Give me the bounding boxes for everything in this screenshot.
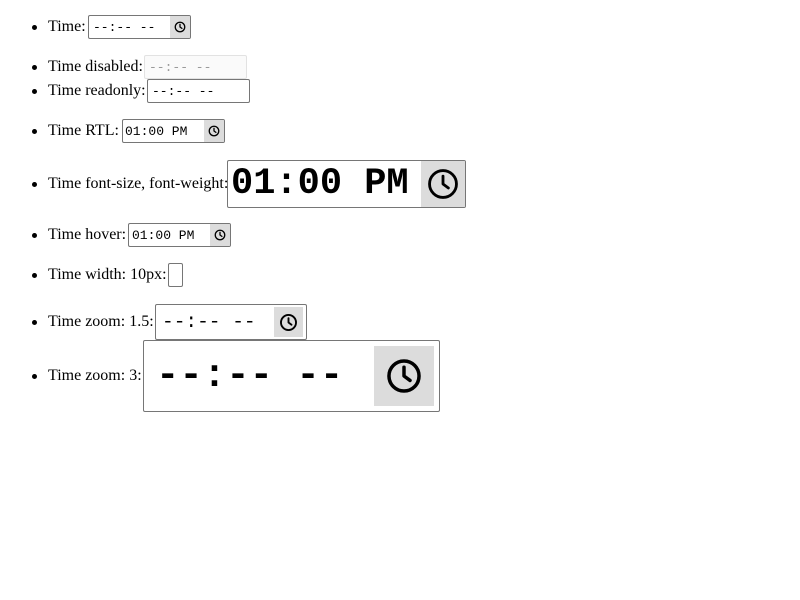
clock-icon[interactable] <box>374 346 434 406</box>
time-font-label: Time font-size, font-weight: <box>48 175 229 192</box>
time-input[interactable]: --:-- -- <box>88 15 191 39</box>
list-item-time-disabled: Time disabled: --:-- -- <box>0 55 800 79</box>
list-item-time: Time: --:-- -- <box>0 15 800 39</box>
time-readonly-label: Time readonly: <box>48 82 146 99</box>
time-zoom-3-input[interactable]: --:-- -- <box>143 340 440 412</box>
list-item-time-width: Time width: 10px: <box>0 263 800 287</box>
list-bullet <box>32 89 37 94</box>
time-zoom-1-5-input[interactable]: --:-- -- <box>155 304 307 340</box>
clock-icon[interactable] <box>274 307 303 337</box>
time-disabled-label: Time disabled: <box>48 58 143 75</box>
clock-icon[interactable] <box>210 224 230 246</box>
list-bullet <box>32 374 37 379</box>
time-hover-value: 01:00 PM <box>132 227 195 243</box>
clock-icon[interactable] <box>421 161 465 207</box>
list-bullet <box>32 129 37 134</box>
time-rtl-input[interactable]: 01:00 PM <box>122 119 225 143</box>
list-bullet <box>32 65 37 70</box>
list-bullet <box>32 233 37 238</box>
list-bullet <box>32 182 37 187</box>
time-zoom-1-5-label: Time zoom: 1.5: <box>48 313 154 330</box>
list-bullet <box>32 25 37 30</box>
time-zoom-3-label: Time zoom: 3: <box>48 367 142 384</box>
list-item-time-zoom-3: Time zoom: 3: --:-- -- <box>0 340 800 412</box>
time-font-value: 01:00 PM <box>231 163 409 205</box>
list-bullet <box>32 273 37 278</box>
time-width-label: Time width: 10px: <box>48 266 167 283</box>
clock-icon[interactable] <box>170 16 190 38</box>
time-rtl-value: 01:00 PM <box>125 123 188 139</box>
time-disabled-value: --:-- -- <box>149 59 212 75</box>
time-readonly-value: --:-- -- <box>152 83 215 99</box>
time-font-input[interactable]: 01:00 PM <box>227 160 466 208</box>
time-input-value: --:-- -- <box>93 19 156 35</box>
list-item-time-zoom-1-5: Time zoom: 1.5: --:-- -- <box>0 304 800 340</box>
clock-icon[interactable] <box>204 120 224 142</box>
time-label: Time: <box>48 18 86 35</box>
list-item-time-rtl: Time RTL: 01:00 PM <box>0 119 800 143</box>
list-item-time-readonly: Time readonly: --:-- -- <box>0 79 800 103</box>
time-disabled-input: --:-- -- <box>144 55 247 79</box>
time-zoom-1-5-value: --:-- -- <box>162 311 256 333</box>
list-bullet <box>32 320 37 325</box>
time-hover-input[interactable]: 01:00 PM <box>128 223 231 247</box>
time-readonly-input[interactable]: --:-- -- <box>147 79 250 103</box>
list-item-time-hover: Time hover: 01:00 PM <box>0 223 800 247</box>
time-rtl-label: Time RTL: <box>48 122 119 139</box>
list-item-time-font: Time font-size, font-weight: 01:00 PM <box>0 160 800 208</box>
time-width-input[interactable] <box>168 263 183 287</box>
time-hover-label: Time hover: <box>48 226 127 243</box>
time-zoom-3-value: --:-- -- <box>156 354 344 398</box>
